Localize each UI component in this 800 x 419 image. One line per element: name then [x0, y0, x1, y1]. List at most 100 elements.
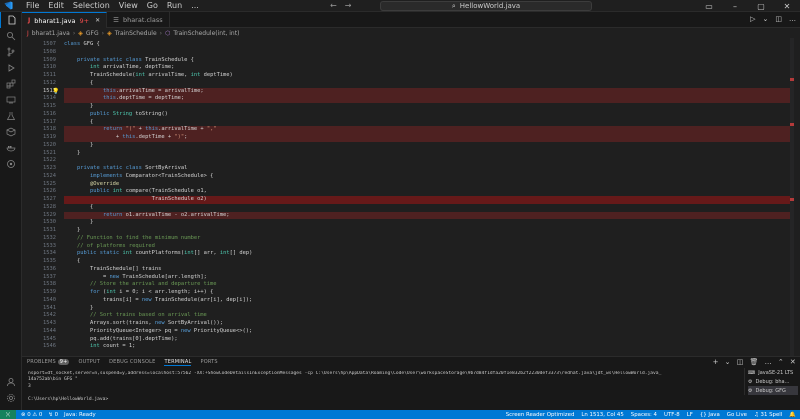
- more-actions-icon[interactable]: …: [765, 358, 772, 366]
- forward-arrow-icon[interactable]: →: [345, 1, 352, 10]
- terminal-output[interactable]: nsport=dt_socket,server=n,suspend=y,addr…: [28, 371, 740, 403]
- screen-reader-status[interactable]: Screen Reader Optimized: [506, 412, 575, 418]
- breadcrumb-inner-class[interactable]: TrainSchedule: [115, 30, 157, 37]
- code-line[interactable]: return o1.arrivalTime - o2.arrivalTime;: [64, 211, 794, 220]
- terminal-item[interactable]: ⚙ Debug: bha...: [748, 377, 798, 386]
- tab-close-icon[interactable]: ✕: [95, 17, 100, 24]
- menu-go[interactable]: Go: [147, 1, 158, 10]
- go-live-button[interactable]: Go Live: [727, 412, 747, 418]
- tab-terminal[interactable]: TERMINAL: [164, 359, 192, 366]
- code-line[interactable]: Arrays.sort(trains, new SortByArrival())…: [64, 320, 794, 328]
- code-line[interactable]: PriorityQueue<Integer> pq = new Priority…: [64, 328, 794, 336]
- menu-edit[interactable]: Edit: [48, 1, 64, 10]
- code-line[interactable]: public int compare(TrainSchedule o1,: [64, 188, 794, 196]
- split-editor-icon[interactable]: ◫: [775, 15, 782, 23]
- code-line[interactable]: [64, 157, 794, 165]
- minimize-icon[interactable]: –: [722, 0, 748, 12]
- java-status[interactable]: Java: Ready: [64, 412, 96, 418]
- cursor-position[interactable]: Ln 1513, Col 45: [581, 412, 623, 418]
- encoding-status[interactable]: UTF-8: [664, 412, 680, 418]
- menu-more[interactable]: ...: [191, 1, 199, 10]
- code-line[interactable]: {: [64, 80, 794, 88]
- terminal-item[interactable]: ⚙ Debug: GFG: [748, 386, 798, 395]
- spell-status[interactable]: ♫ 31 Spell: [754, 412, 782, 418]
- trash-icon[interactable]: 🗑: [750, 358, 759, 366]
- menu-selection[interactable]: Selection: [73, 1, 110, 10]
- code-line[interactable]: // Function to find the minimum number: [64, 235, 794, 243]
- layout-icon[interactable]: ▭: [696, 0, 722, 12]
- code-line[interactable]: int arrivalTime, deptTime;: [64, 64, 794, 72]
- problems-status[interactable]: ⊗ 0 ⚠ 0: [21, 412, 42, 418]
- chevron-down-icon[interactable]: ⌄: [763, 15, 769, 23]
- code-line[interactable]: }: [64, 219, 794, 227]
- tab-debug-console[interactable]: DEBUG CONSOLE: [109, 359, 155, 365]
- code-line[interactable]: {: [64, 258, 794, 266]
- live-share-icon[interactable]: [0, 156, 22, 172]
- new-terminal-icon[interactable]: +: [713, 358, 719, 366]
- code-line[interactable]: TrainSchedule[] trains: [64, 266, 794, 274]
- remote-explorer-icon[interactable]: [0, 92, 22, 108]
- code-line[interactable]: // Store the arrival and departure time: [64, 281, 794, 289]
- code-line[interactable]: }: [64, 103, 794, 111]
- breadcrumb-class[interactable]: GFG: [86, 30, 99, 37]
- code-line[interactable]: pq.add(trains[0].deptTime);: [64, 336, 794, 344]
- code-line[interactable]: int count = 1;: [64, 343, 794, 351]
- indentation-status[interactable]: Spaces: 4: [631, 412, 657, 418]
- remote-indicator-icon[interactable]: ⟩⟨: [0, 410, 16, 419]
- run-debug-icon[interactable]: [0, 60, 22, 76]
- code-line[interactable]: class GFG {: [64, 41, 794, 49]
- tab-bharat-class[interactable]: ☰ bharat.class: [107, 12, 170, 28]
- run-icon[interactable]: ▷: [750, 15, 755, 23]
- code-line[interactable]: trains[i] = new TrainSchedule(arr[i], de…: [64, 297, 794, 305]
- menu-file[interactable]: File: [26, 1, 39, 10]
- code-line[interactable]: for (int i = 0; i < arr.length; i++) {: [64, 289, 794, 297]
- close-panel-icon[interactable]: ✕: [790, 358, 796, 366]
- menu-run[interactable]: Run: [167, 1, 182, 10]
- lightbulb-icon[interactable]: 💡: [52, 88, 59, 95]
- code-line[interactable]: }: [64, 142, 794, 150]
- code-line[interactable]: TrainSchedule o2): [64, 196, 794, 204]
- code-line[interactable]: return "(" + this.arrivalTime + ",": [64, 126, 794, 134]
- maximize-panel-icon[interactable]: ⌃: [778, 358, 784, 366]
- overview-ruler[interactable]: [790, 38, 794, 356]
- explorer-icon[interactable]: [0, 12, 22, 28]
- maximize-icon[interactable]: ▢: [748, 0, 774, 12]
- back-arrow-icon[interactable]: ←: [330, 1, 337, 10]
- code-line[interactable]: + this.deptTime + ")";: [64, 134, 794, 142]
- testing-icon[interactable]: [0, 108, 22, 124]
- code-line[interactable]: public String toString(): [64, 111, 794, 119]
- tab-ports[interactable]: PORTS: [200, 359, 217, 365]
- code-line[interactable]: {: [64, 204, 794, 212]
- code-line[interactable]: TrainSchedule(int arrivalTime, int deptT…: [64, 72, 794, 80]
- notifications-bell-icon[interactable]: 🔔: [789, 412, 796, 418]
- code-line[interactable]: this.deptTime = deptTime;: [64, 95, 794, 103]
- extensions-icon[interactable]: [0, 76, 22, 92]
- breadcrumb-file[interactable]: bharat1.java: [32, 30, 70, 37]
- menu-view[interactable]: View: [119, 1, 138, 10]
- java-projects-icon[interactable]: [0, 124, 22, 140]
- code-area[interactable]: class GFG { private static class TrainSc…: [64, 41, 794, 351]
- docker-icon[interactable]: [0, 140, 22, 156]
- code-editor[interactable]: 1507 1508 1509 1510 1511 1512 1513 1514 1515 1516…: [22, 38, 800, 356]
- tab-output[interactable]: OUTPUT: [78, 359, 100, 365]
- code-line[interactable]: implements Comparator<TrainSchedule> {: [64, 173, 794, 181]
- code-line[interactable]: public static int countPlatforms(int[] a…: [64, 250, 794, 258]
- account-icon[interactable]: [0, 374, 22, 390]
- tab-problems[interactable]: PROBLEMS 9+: [27, 359, 70, 365]
- terminal-item[interactable]: ⌨ JavaSE-21 LTS: [748, 368, 798, 377]
- language-mode[interactable]: {} Java: [700, 412, 720, 418]
- code-line[interactable]: [64, 49, 794, 57]
- ports-status[interactable]: ↯ 0: [48, 412, 58, 418]
- code-line[interactable]: }: [64, 227, 794, 235]
- command-center-search[interactable]: ⌕ HellowWorld.java: [380, 1, 592, 11]
- eol-status[interactable]: LF: [687, 412, 693, 418]
- manage-gear-icon[interactable]: [0, 390, 22, 406]
- more-actions-icon[interactable]: …: [789, 15, 796, 23]
- breadcrumb-method[interactable]: TrainSchedule(int, int): [173, 30, 239, 37]
- close-icon[interactable]: ✕: [774, 0, 800, 12]
- tab-bharat1-java[interactable]: J bharat1.java 9+ ✕: [22, 12, 108, 28]
- search-sidebar-icon[interactable]: [0, 28, 22, 44]
- code-line[interactable]: // Sort trains based on arrival time: [64, 312, 794, 320]
- split-terminal-icon[interactable]: ◫: [737, 358, 744, 366]
- chevron-down-icon[interactable]: ⌄: [725, 358, 731, 366]
